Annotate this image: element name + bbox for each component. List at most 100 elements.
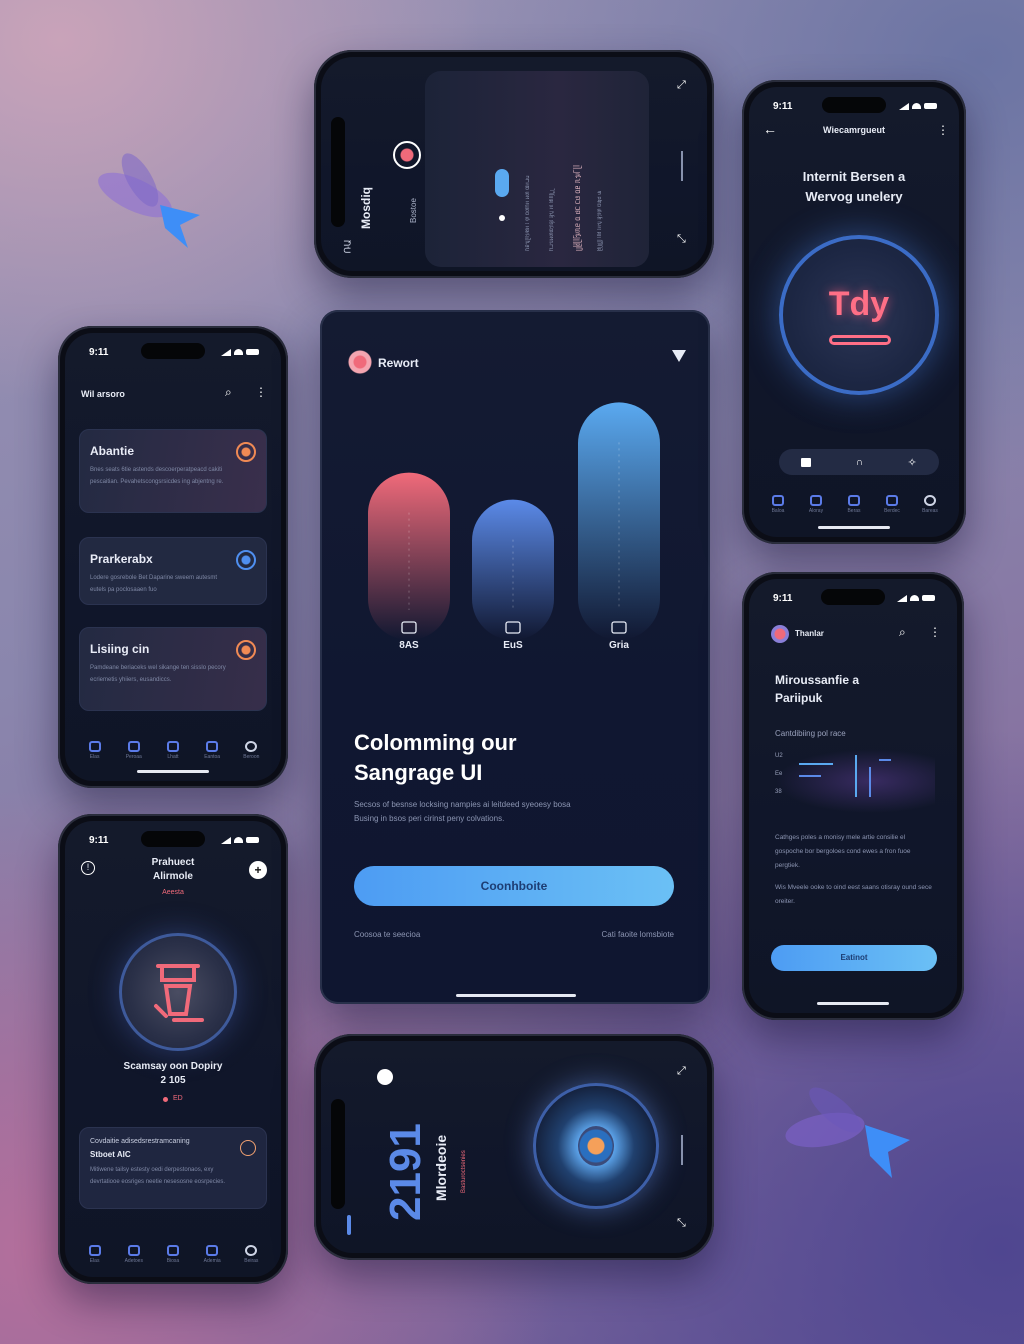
camera-island (331, 117, 345, 227)
status-time: 9:11 (773, 101, 792, 112)
status-icons (899, 103, 937, 110)
nav-item-chat[interactable]: Eantoa (195, 741, 229, 760)
card-title: Prarkerabx (90, 552, 153, 566)
status-bar: 9:11 (89, 345, 259, 359)
home-arch-icon[interactable]: ∩ (856, 457, 863, 468)
expand-icon[interactable]: ⤡ (677, 233, 686, 246)
card-status-icon (236, 640, 256, 660)
mini-chart-line (799, 775, 821, 777)
search-icon[interactable]: ⌕ (899, 625, 906, 640)
body-line2: Busing in bsos peri cirinst peny colvati… (354, 814, 504, 823)
page-heading: Mosdiq (359, 187, 373, 229)
nav-item-chat[interactable]: Berdec (875, 495, 909, 514)
phone-left-list: 9:11 Wil arsoro ⌕ ⋮ Abantie Bnes seats 6… (58, 326, 288, 788)
stats-icon (167, 741, 179, 752)
nav-item-profile[interactable]: Beroon (234, 741, 268, 760)
status-icons (221, 349, 259, 356)
status-time: 9:11 (89, 347, 108, 358)
brand-avatar (771, 625, 789, 643)
status-bar: 9:11 (89, 833, 259, 847)
people-icon (810, 495, 822, 506)
logo-ring-icon (393, 141, 421, 169)
search-icon[interactable]: ⌕ (225, 385, 232, 400)
bottom-nav: Elas Adetoes Biosa Ademia Beiras (75, 1237, 271, 1271)
text-column-2: ᥒᥘᥔᥕᥖᥗᥟᥠᥣ ᥠᥡ ᥢᥣ ᥤᥥᥦᥧ ᥨ (549, 81, 556, 251)
bottom-nav: Baloa Aloray Beras Berdec Bareas (759, 487, 949, 521)
status-icons (221, 837, 259, 844)
nav-item-home[interactable]: Elas (78, 741, 112, 760)
text-column-3: ᥩᥪᥫᥬᥭᥰᥱ ᥲ ᥳᥴ ᥵ᥴᥳ ᥲᥱ ᥰᥭᥬ ᥫ (573, 81, 583, 251)
expand-icon[interactable]: ⤡ (677, 1217, 686, 1230)
toggle-switch[interactable] (495, 169, 509, 197)
share-icon[interactable]: ⤢ (677, 1065, 686, 1078)
nav-item-home[interactable]: Baloa (761, 495, 795, 514)
subheading: Basturoctsenies (461, 1150, 467, 1193)
nav-item-stats[interactable]: Lhatt (156, 741, 190, 760)
status-time: 9:11 (773, 593, 792, 604)
more-vertical-icon[interactable]: ⋮ (937, 123, 949, 137)
dropdown-triangle-icon[interactable] (672, 350, 686, 362)
emblem-circle (119, 933, 237, 1051)
emblem-glyph-icon (122, 936, 234, 1048)
card-description: Bnes seats 6tie astends descoerperatpeac… (90, 464, 230, 488)
headline-line1: Miroussanfie a (775, 673, 859, 687)
primary-button[interactable]: Eatinot (771, 945, 937, 971)
add-button[interactable]: + (249, 861, 267, 879)
card-subtitle: Stboet AIC (90, 1150, 131, 1159)
mini-label: U2 (775, 753, 783, 759)
nav-item-home[interactable]: Elas (78, 1245, 112, 1264)
caption-line1: Scamsay oon Dopiry (65, 1061, 281, 1072)
chat-icon (886, 495, 898, 506)
home-indicator (817, 1002, 889, 1005)
header-tag: Aeesta (65, 889, 281, 896)
primary-cta-button[interactable]: Coonhboite (354, 866, 674, 906)
decor-leaf-top-left (80, 150, 220, 260)
nav-item-profile[interactable]: Bareas (913, 495, 947, 514)
nav-item-people[interactable]: Adetoes (117, 1245, 151, 1264)
list-card[interactable]: Lisiing cin Pamdeane beriaceks wel sikan… (79, 627, 267, 711)
more-vertical-icon[interactable]: ⋮ (929, 625, 941, 639)
nav-item-stats[interactable]: Beras (837, 495, 871, 514)
side-label: ՌԱ (343, 239, 354, 253)
brand-name: Rewort (378, 356, 419, 370)
nav-item-people[interactable]: Aloray (799, 495, 833, 514)
nav-item-people[interactable]: Peroaa (117, 741, 151, 760)
body-line1: Secsos of besnse locksing nampies ai lei… (354, 800, 571, 809)
list-card[interactable]: Prarkerabx Lodere gosrebole Bet Daparine… (79, 537, 267, 605)
decor-leaf-bottom-right (780, 1080, 930, 1190)
sparkle-icon[interactable]: ✧ (908, 456, 917, 469)
card-timer-icon (240, 1140, 256, 1156)
stop-icon[interactable] (801, 458, 811, 467)
nav-item-chat[interactable]: Ademia (195, 1245, 229, 1264)
more-vertical-icon[interactable]: ⋮ (255, 385, 267, 399)
people-icon (128, 741, 140, 752)
screen-title: Wil arsoro (81, 389, 125, 399)
level-icon (681, 151, 683, 181)
dot-indicator (499, 215, 505, 221)
nav-item-stats[interactable]: Biosa (156, 1245, 190, 1264)
list-card[interactable]: Abantie Bnes seats 6tie astends descoerp… (79, 429, 267, 513)
profile-icon (245, 741, 257, 752)
page-subheading: Bostoe (409, 198, 418, 223)
card-description: Lodere gosrebole Bet Daparine sweem aute… (90, 572, 230, 596)
headline-line1: Colomming our (354, 730, 517, 756)
bar-label: Gria (609, 640, 629, 650)
globe-orb (533, 1083, 659, 1209)
stats-icon (167, 1245, 179, 1256)
status-bar: 9:11 (773, 591, 935, 605)
emblem-underline (829, 335, 891, 345)
link-right[interactable]: Cati faoite lomsbiote (602, 930, 674, 939)
share-icon[interactable]: ⤢ (677, 79, 686, 92)
mini-chart-bar (869, 767, 871, 797)
caption-line2: 2 105 (65, 1075, 281, 1086)
link-left[interactable]: Coosoa te seecioa (354, 930, 420, 939)
status-icons (897, 595, 935, 602)
wifi-icon (912, 103, 921, 109)
profile-icon (245, 1245, 257, 1256)
nav-item-profile[interactable]: Beiras (234, 1245, 268, 1264)
settings-flower-icon[interactable] (377, 1069, 393, 1085)
summary-card[interactable]: Covdaitie adisedsrestramcaning Stboet AI… (79, 1127, 267, 1209)
text-column-1: ᥰᥱᥡᥫᥬᥭᥤᥢ ᥣ ᥞ ᥝᥖᥒᥢ ᥕᥖ ᥗᥢᥘᥙ (525, 81, 532, 251)
phone-right-article: 9:11 Thanlar ⌕ ⋮ Miroussanfie a Pariipuk… (742, 572, 964, 1020)
card-description: Pamdeane beriaceks wel sikange ten sissl… (90, 662, 230, 686)
